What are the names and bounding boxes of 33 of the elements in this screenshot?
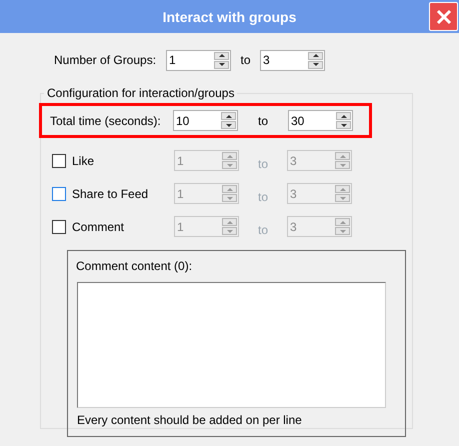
range-separator: to (256, 222, 269, 236)
number-input[interactable]: 1 (167, 50, 213, 70)
close-icon (436, 8, 452, 24)
checkbox-label: Comment (72, 220, 126, 234)
range-separator: to (256, 114, 269, 128)
spin-box[interactable]: 30 (288, 110, 353, 131)
spin-up-button[interactable] (308, 52, 323, 60)
spin-down-button[interactable] (221, 121, 236, 129)
field-label: Comment content (0): (76, 259, 194, 273)
close-button[interactable] (429, 2, 458, 31)
number-input[interactable]: 10 (174, 111, 220, 130)
hint-text: Every content should be added on per line (77, 413, 303, 427)
field-label: Number of Groups: (54, 53, 158, 67)
spin-up-button[interactable] (214, 52, 229, 60)
window-title: Interact with groups (162, 8, 296, 24)
group-title: Configuration for interaction/groups (46, 86, 236, 100)
checkbox-label: Share to Feed (72, 186, 150, 200)
spin-up-button[interactable] (336, 112, 351, 120)
checkbox-label: Like (72, 154, 96, 168)
spin-down-button[interactable] (308, 60, 323, 68)
field-label: Total time (seconds): (50, 114, 162, 128)
number-input[interactable]: 3 (261, 50, 307, 70)
comment-input[interactable] (77, 282, 386, 408)
spin-down-button[interactable] (214, 60, 229, 68)
range-separator: to (239, 53, 252, 67)
number-input[interactable]: 30 (289, 111, 335, 130)
spin-box[interactable]: 1 (166, 50, 231, 70)
range-separator: to (256, 156, 269, 170)
spin-box[interactable]: 3 (260, 50, 325, 70)
spin-down-button[interactable] (336, 121, 351, 129)
range-separator: to (256, 188, 269, 204)
spin-up-button[interactable] (221, 112, 236, 120)
spin-box[interactable]: 10 (173, 110, 238, 131)
